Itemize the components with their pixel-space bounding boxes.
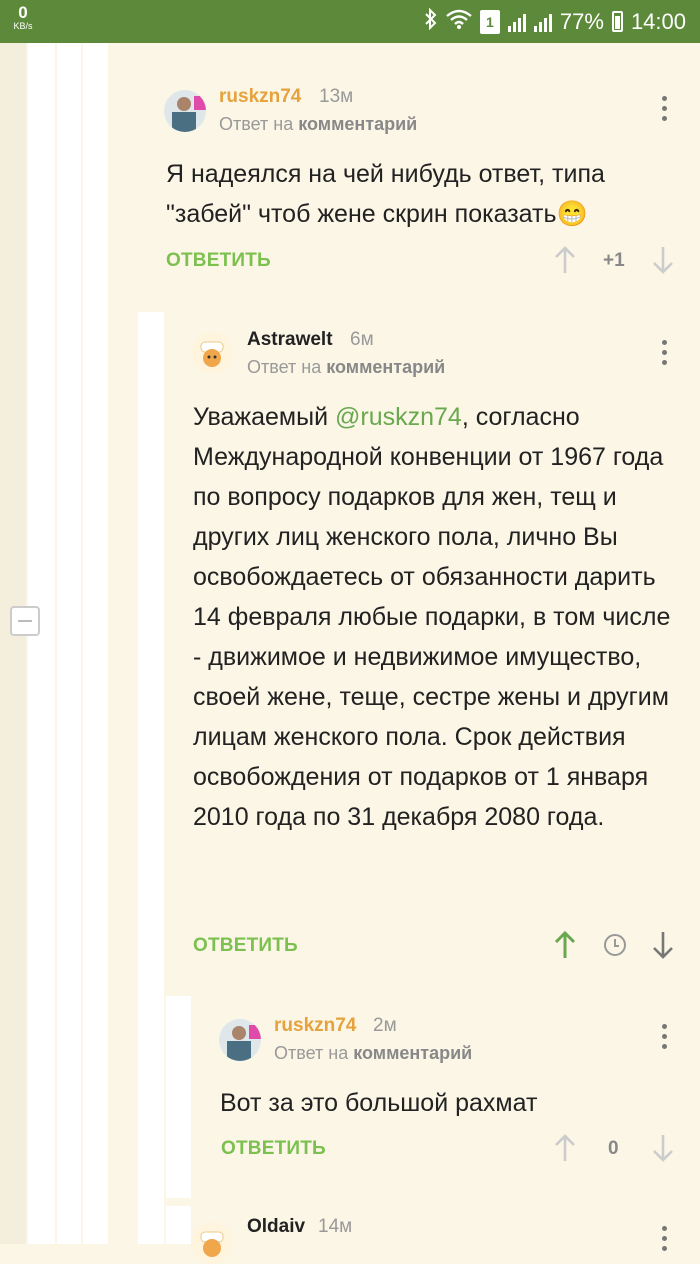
avatar[interactable] (164, 90, 206, 132)
comment-author[interactable]: ruskzn74 (274, 1015, 356, 1037)
reply-to-label: Ответ на комментарий (247, 357, 445, 378)
thread-line[interactable] (166, 1206, 191, 1244)
reply-button[interactable]: ОТВЕТИТЬ (221, 1138, 326, 1160)
more-options-icon[interactable] (662, 340, 668, 368)
network-speed: 0 KB/s (8, 4, 38, 31)
avatar[interactable] (191, 1222, 233, 1264)
reply-to-label: Ответ на комментарий (219, 114, 417, 135)
thread-line[interactable] (28, 43, 55, 1244)
upvote-icon[interactable] (553, 930, 577, 960)
comment-body: Я надеялся на чей нибудь ответ, типа "за… (166, 154, 666, 234)
comment-body-line: Я надеялся на чей нибудь ответ, типа (166, 160, 605, 188)
reply-to-link[interactable]: комментарий (298, 114, 417, 134)
more-options-icon[interactable] (662, 96, 668, 124)
comment-body: Уважаемый @ruskzn74, согласно Международ… (193, 397, 677, 837)
reply-to-prefix: Ответ на (274, 1043, 354, 1063)
comment-body: Вот за это большой рахмат (220, 1089, 538, 1117)
battery-percent: 77% (559, 8, 604, 34)
comment-score: 0 (608, 1138, 619, 1159)
thread-line[interactable] (57, 43, 81, 1244)
signal-icon (533, 12, 552, 32)
comment-time: 2м (373, 1015, 397, 1036)
thread-line[interactable] (83, 43, 108, 1244)
avatar[interactable] (191, 332, 233, 374)
avatar[interactable] (219, 1019, 261, 1061)
status-bar: 0 KB/s 1 77% 14:00 (0, 0, 700, 43)
thread-line[interactable] (166, 996, 191, 1198)
downvote-icon[interactable] (651, 930, 675, 960)
clock-icon (604, 934, 626, 956)
comment-body-line: "забей" чтоб жене скрин показать😁 (166, 200, 588, 228)
more-options-icon[interactable] (662, 1226, 668, 1254)
reply-button[interactable]: ОТВЕТИТЬ (193, 935, 298, 957)
upvote-icon[interactable] (553, 1133, 577, 1163)
upvote-icon[interactable] (553, 245, 577, 275)
downvote-icon[interactable] (651, 1133, 675, 1163)
more-options-icon[interactable] (662, 1024, 668, 1052)
comment-time: 14м (318, 1216, 353, 1237)
signal-icon (507, 12, 526, 32)
comment-author[interactable]: Astrawelt (247, 329, 333, 351)
thread-line[interactable] (138, 312, 164, 1244)
reply-to-prefix: Ответ на (219, 114, 299, 134)
user-mention-link[interactable]: @ruskzn74 (335, 403, 462, 431)
reply-to-prefix: Ответ на (247, 357, 327, 377)
network-speed-unit: KB/s (13, 21, 33, 31)
comment-body-text: , согласно Международной конвенции от 19… (193, 403, 671, 831)
network-speed-value: 0 (18, 3, 28, 22)
collapse-thread-button[interactable] (10, 606, 40, 636)
downvote-icon[interactable] (651, 245, 675, 275)
comment-body-text: Уважаемый (193, 403, 335, 431)
clock-time: 14:00 (630, 8, 686, 34)
comment-time: 6м (350, 329, 374, 350)
comment-author[interactable]: ruskzn74 (219, 86, 301, 108)
bluetooth-icon (424, 7, 438, 36)
comment-author[interactable]: Oldaiv (247, 1216, 305, 1238)
reply-to-link[interactable]: комментарий (326, 357, 445, 377)
comment-score: +1 (603, 250, 625, 271)
comment-time: 13м (319, 86, 354, 107)
sim-icon: 1 (479, 9, 500, 34)
reply-button[interactable]: ОТВЕТИТЬ (166, 250, 271, 272)
battery-icon (611, 11, 623, 32)
reply-to-label: Ответ на комментарий (274, 1043, 472, 1064)
thread-line[interactable] (0, 43, 26, 1244)
wifi-icon (446, 9, 472, 35)
reply-to-link[interactable]: комментарий (353, 1043, 472, 1063)
